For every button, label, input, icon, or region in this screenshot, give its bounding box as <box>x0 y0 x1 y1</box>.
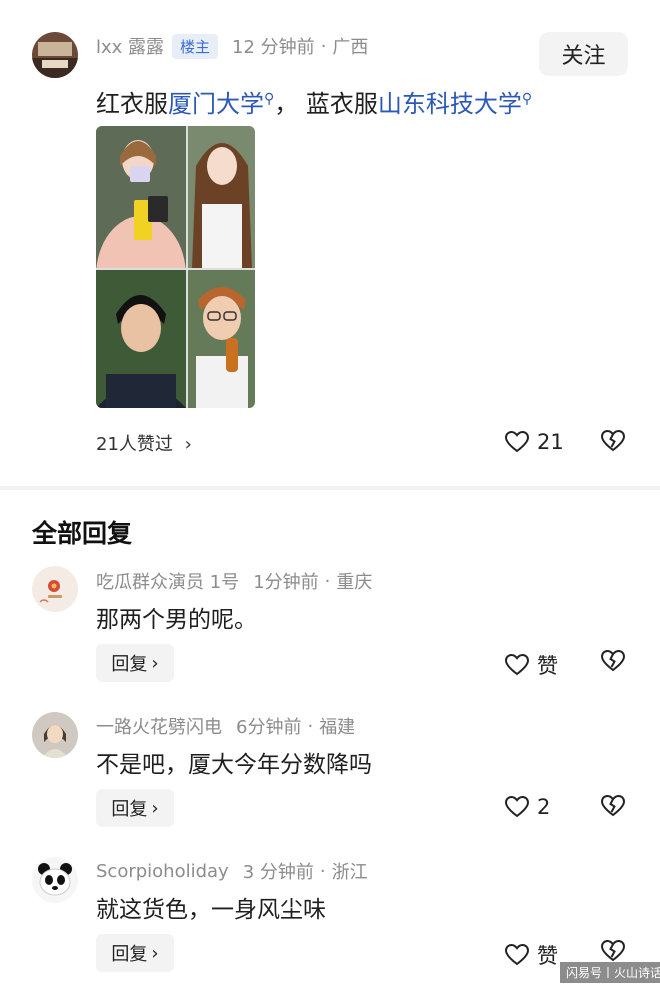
meta-separator: · <box>307 715 314 737</box>
university-link-2[interactable]: 山东科技大学 <box>378 90 522 118</box>
op-badge: 楼主 <box>172 33 219 59</box>
broken-heart-icon <box>600 650 626 672</box>
author-avatar[interactable] <box>32 32 78 78</box>
post-text: 红衣服厦门大学⚲， 蓝衣服山东科技大学⚲ <box>96 84 532 119</box>
chevron-right-icon: › <box>151 652 159 674</box>
likes-summary[interactable]: 21人赞过 › <box>96 430 192 456</box>
reply-time: 6分钟前 <box>236 717 302 738</box>
reply-button-label: 回复 <box>111 944 148 965</box>
reply-text: 那两个男的呢。 <box>96 607 257 633</box>
reply-button[interactable]: 回复 › <box>96 789 174 827</box>
post-dislike-button[interactable] <box>600 430 626 452</box>
reply-time: 3 分钟前 <box>242 862 314 883</box>
reply-dislike-button[interactable] <box>600 795 626 817</box>
search-icon[interactable]: ⚲ <box>264 91 274 107</box>
reply-time: 1分钟前 <box>253 572 319 593</box>
reply-like-button[interactable]: 赞 <box>505 650 558 680</box>
post-location: 广西 <box>332 37 369 58</box>
broken-heart-icon <box>600 795 626 817</box>
reply-avatar[interactable] <box>32 566 78 612</box>
reply-meta: 吃瓜群众演员 1号 1分钟前 · 重庆 <box>96 568 372 594</box>
photo-girl-pink[interactable] <box>96 126 186 336</box>
heart-icon <box>505 944 529 966</box>
post-meta: lxx 露露 楼主 12 分钟前 · 广西 <box>96 33 368 59</box>
reply-like-label: 赞 <box>537 654 558 678</box>
post-photo-grid[interactable] <box>96 126 255 408</box>
reply-text: 不是吧，厦大今年分数降吗 <box>96 752 372 778</box>
reply-button-label: 回复 <box>111 654 148 675</box>
reply-meta: 一路火花劈闪电 6分钟前 · 福建 <box>96 713 355 739</box>
reply-author[interactable]: 一路火花劈闪电 <box>96 713 222 739</box>
reply-author[interactable]: Scorpioholiday <box>96 861 229 882</box>
reply-button[interactable]: 回复 › <box>96 934 174 972</box>
post-time: 12 分钟前 <box>232 37 315 58</box>
photo-girl-white[interactable] <box>188 126 255 268</box>
heart-icon <box>505 796 529 818</box>
broken-heart-icon <box>600 940 626 962</box>
reply-avatar[interactable] <box>32 857 78 903</box>
reply-button-label: 回复 <box>111 799 148 820</box>
reply-location: 福建 <box>319 717 356 738</box>
heart-icon <box>505 431 529 453</box>
follow-button[interactable]: 关注 <box>539 32 628 76</box>
section-divider <box>0 486 660 490</box>
post-like-button[interactable]: 21 <box>505 430 564 454</box>
chevron-right-icon: › <box>151 797 159 819</box>
reply-like-button[interactable]: 2 <box>505 795 550 819</box>
photo-boy-glasses[interactable] <box>188 270 255 408</box>
reply-like-label: 2 <box>537 795 551 819</box>
reply-meta: Scorpioholiday 3 分钟前 · 浙江 <box>96 858 368 884</box>
heart-icon <box>505 654 529 676</box>
reply-location: 重庆 <box>336 572 373 593</box>
reply-text: 就这货色，一身风尘味 <box>96 897 326 923</box>
reply-avatar[interactable] <box>32 712 78 758</box>
author-name[interactable]: lxx 露露 <box>96 33 164 59</box>
watermark: 闪易号丨火山诗话 <box>560 962 660 983</box>
chevron-right-icon: › <box>184 434 192 455</box>
replies-section-title: 全部回复 <box>32 519 133 548</box>
reply-author[interactable]: 吃瓜群众演员 1号 <box>96 568 239 594</box>
meta-separator: · <box>320 35 327 57</box>
post-like-count: 21 <box>537 430 564 454</box>
meta-separator: · <box>319 860 326 882</box>
meta-separator: · <box>324 570 331 592</box>
photo-boy-dark-shirt[interactable] <box>96 270 186 408</box>
reply-button[interactable]: 回复 › <box>96 644 174 682</box>
post-text-prefix: 红衣服 <box>96 90 168 118</box>
university-link-1[interactable]: 厦门大学 <box>168 90 264 118</box>
reply-like-label: 赞 <box>537 944 558 968</box>
broken-heart-icon <box>600 430 626 452</box>
search-icon[interactable]: ⚲ <box>522 91 532 107</box>
reply-like-button[interactable]: 赞 <box>505 940 558 970</box>
likes-summary-text: 21人赞过 <box>96 434 173 455</box>
post-text-middle: ， 蓝衣服 <box>274 90 378 118</box>
reply-location: 浙江 <box>331 862 368 883</box>
reply-dislike-button[interactable] <box>600 940 626 962</box>
reply-dislike-button[interactable] <box>600 650 626 672</box>
chevron-right-icon: › <box>151 942 159 964</box>
